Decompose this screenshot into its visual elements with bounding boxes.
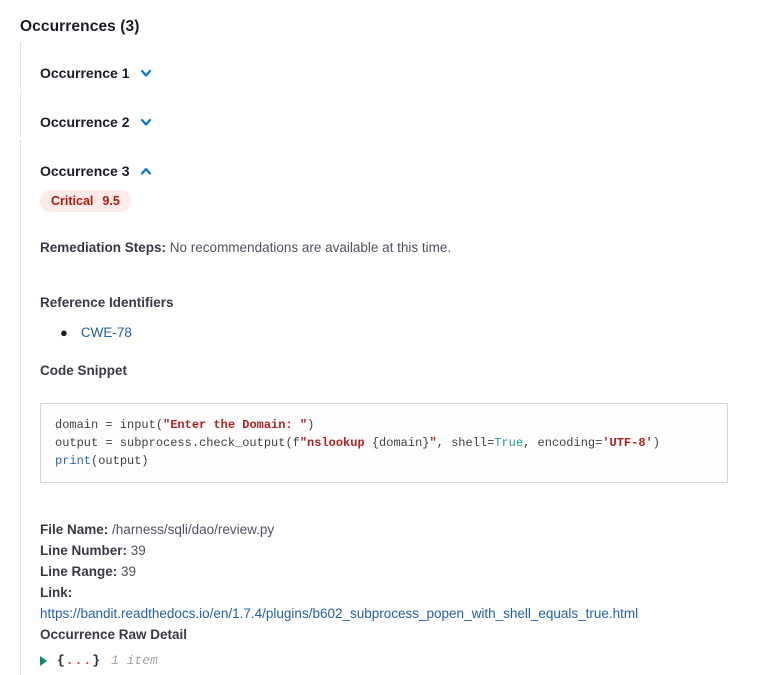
severity-score: 9.5 bbox=[102, 194, 119, 208]
occurrence-3-section: Occurrence 3 Critical 9.5 Remediation St… bbox=[20, 140, 771, 675]
link-label-row: Link: bbox=[40, 582, 771, 603]
occurrences-panel: Occurrences (3) Occurrence 1 Occurrence … bbox=[0, 0, 771, 675]
code-line: print(output) bbox=[55, 452, 713, 470]
link-url-row: https://bandit.readthedocs.io/en/1.7.4/p… bbox=[40, 603, 771, 624]
line-range-value: 39 bbox=[121, 564, 136, 579]
remediation-row: Remediation Steps: No recommendations ar… bbox=[40, 238, 771, 257]
triangle-right-icon[interactable] bbox=[40, 656, 47, 666]
file-name-row: File Name: /harness/sqli/dao/review.py bbox=[40, 519, 771, 540]
code-snippet-heading: Code Snippet bbox=[40, 363, 771, 378]
line-number-row: Line Number: 39 bbox=[40, 540, 771, 561]
chevron-down-icon bbox=[139, 66, 153, 80]
severity-label: Critical bbox=[51, 194, 93, 208]
code-line: output = subprocess.check_output(f"nsloo… bbox=[55, 434, 713, 452]
line-range-row: Line Range: 39 bbox=[40, 561, 771, 582]
occurrence-2-label: Occurrence 2 bbox=[40, 114, 130, 130]
occurrence-2-toggle[interactable]: Occurrence 2 bbox=[40, 114, 771, 130]
json-item-count: 1 item bbox=[111, 653, 158, 668]
link-label: Link: bbox=[40, 585, 72, 600]
severity-badge: Critical 9.5 bbox=[40, 190, 131, 212]
line-number-label: Line Number: bbox=[40, 543, 127, 558]
raw-detail-expander[interactable]: { ... } 1 item bbox=[40, 653, 771, 668]
occurrence-fields: File Name: /harness/sqli/dao/review.py L… bbox=[40, 519, 771, 645]
remediation-label: Remediation Steps: bbox=[40, 240, 166, 255]
line-range-label: Line Range: bbox=[40, 564, 117, 579]
json-close-brace: } bbox=[92, 653, 101, 668]
code-line: domain = input("Enter the Domain: ") bbox=[55, 416, 713, 434]
json-collapsed-dots: ... bbox=[66, 653, 92, 668]
bullet-icon: ● bbox=[60, 325, 68, 340]
occurrence-2-section: Occurrence 2 bbox=[20, 91, 771, 137]
chevron-up-icon bbox=[139, 164, 153, 178]
bandit-doc-link[interactable]: https://bandit.readthedocs.io/en/1.7.4/p… bbox=[40, 606, 638, 621]
reference-identifiers-heading: Reference Identifiers bbox=[40, 295, 771, 310]
line-number-value: 39 bbox=[131, 543, 146, 558]
occurrence-3-toggle[interactable]: Occurrence 3 bbox=[40, 163, 771, 179]
cwe-link[interactable]: CWE-78 bbox=[81, 325, 132, 340]
list-item: ● CWE-78 bbox=[40, 325, 771, 340]
occurrence-1-toggle[interactable]: Occurrence 1 bbox=[40, 65, 771, 81]
file-name-label: File Name: bbox=[40, 522, 108, 537]
occurrence-1-label: Occurrence 1 bbox=[40, 65, 130, 81]
chevron-down-icon bbox=[139, 115, 153, 129]
remediation-text: No recommendations are available at this… bbox=[170, 240, 451, 255]
page-title: Occurrences (3) bbox=[20, 18, 771, 36]
file-name-value: /harness/sqli/dao/review.py bbox=[112, 522, 274, 537]
json-open-brace: { bbox=[57, 653, 66, 668]
occurrence-3-label: Occurrence 3 bbox=[40, 163, 130, 179]
reference-identifiers-list: ● CWE-78 bbox=[40, 325, 771, 340]
code-snippet-box: domain = input("Enter the Domain: ")outp… bbox=[40, 403, 728, 483]
raw-detail-heading: Occurrence Raw Detail bbox=[40, 624, 771, 645]
occurrence-1-section: Occurrence 1 bbox=[20, 42, 771, 88]
